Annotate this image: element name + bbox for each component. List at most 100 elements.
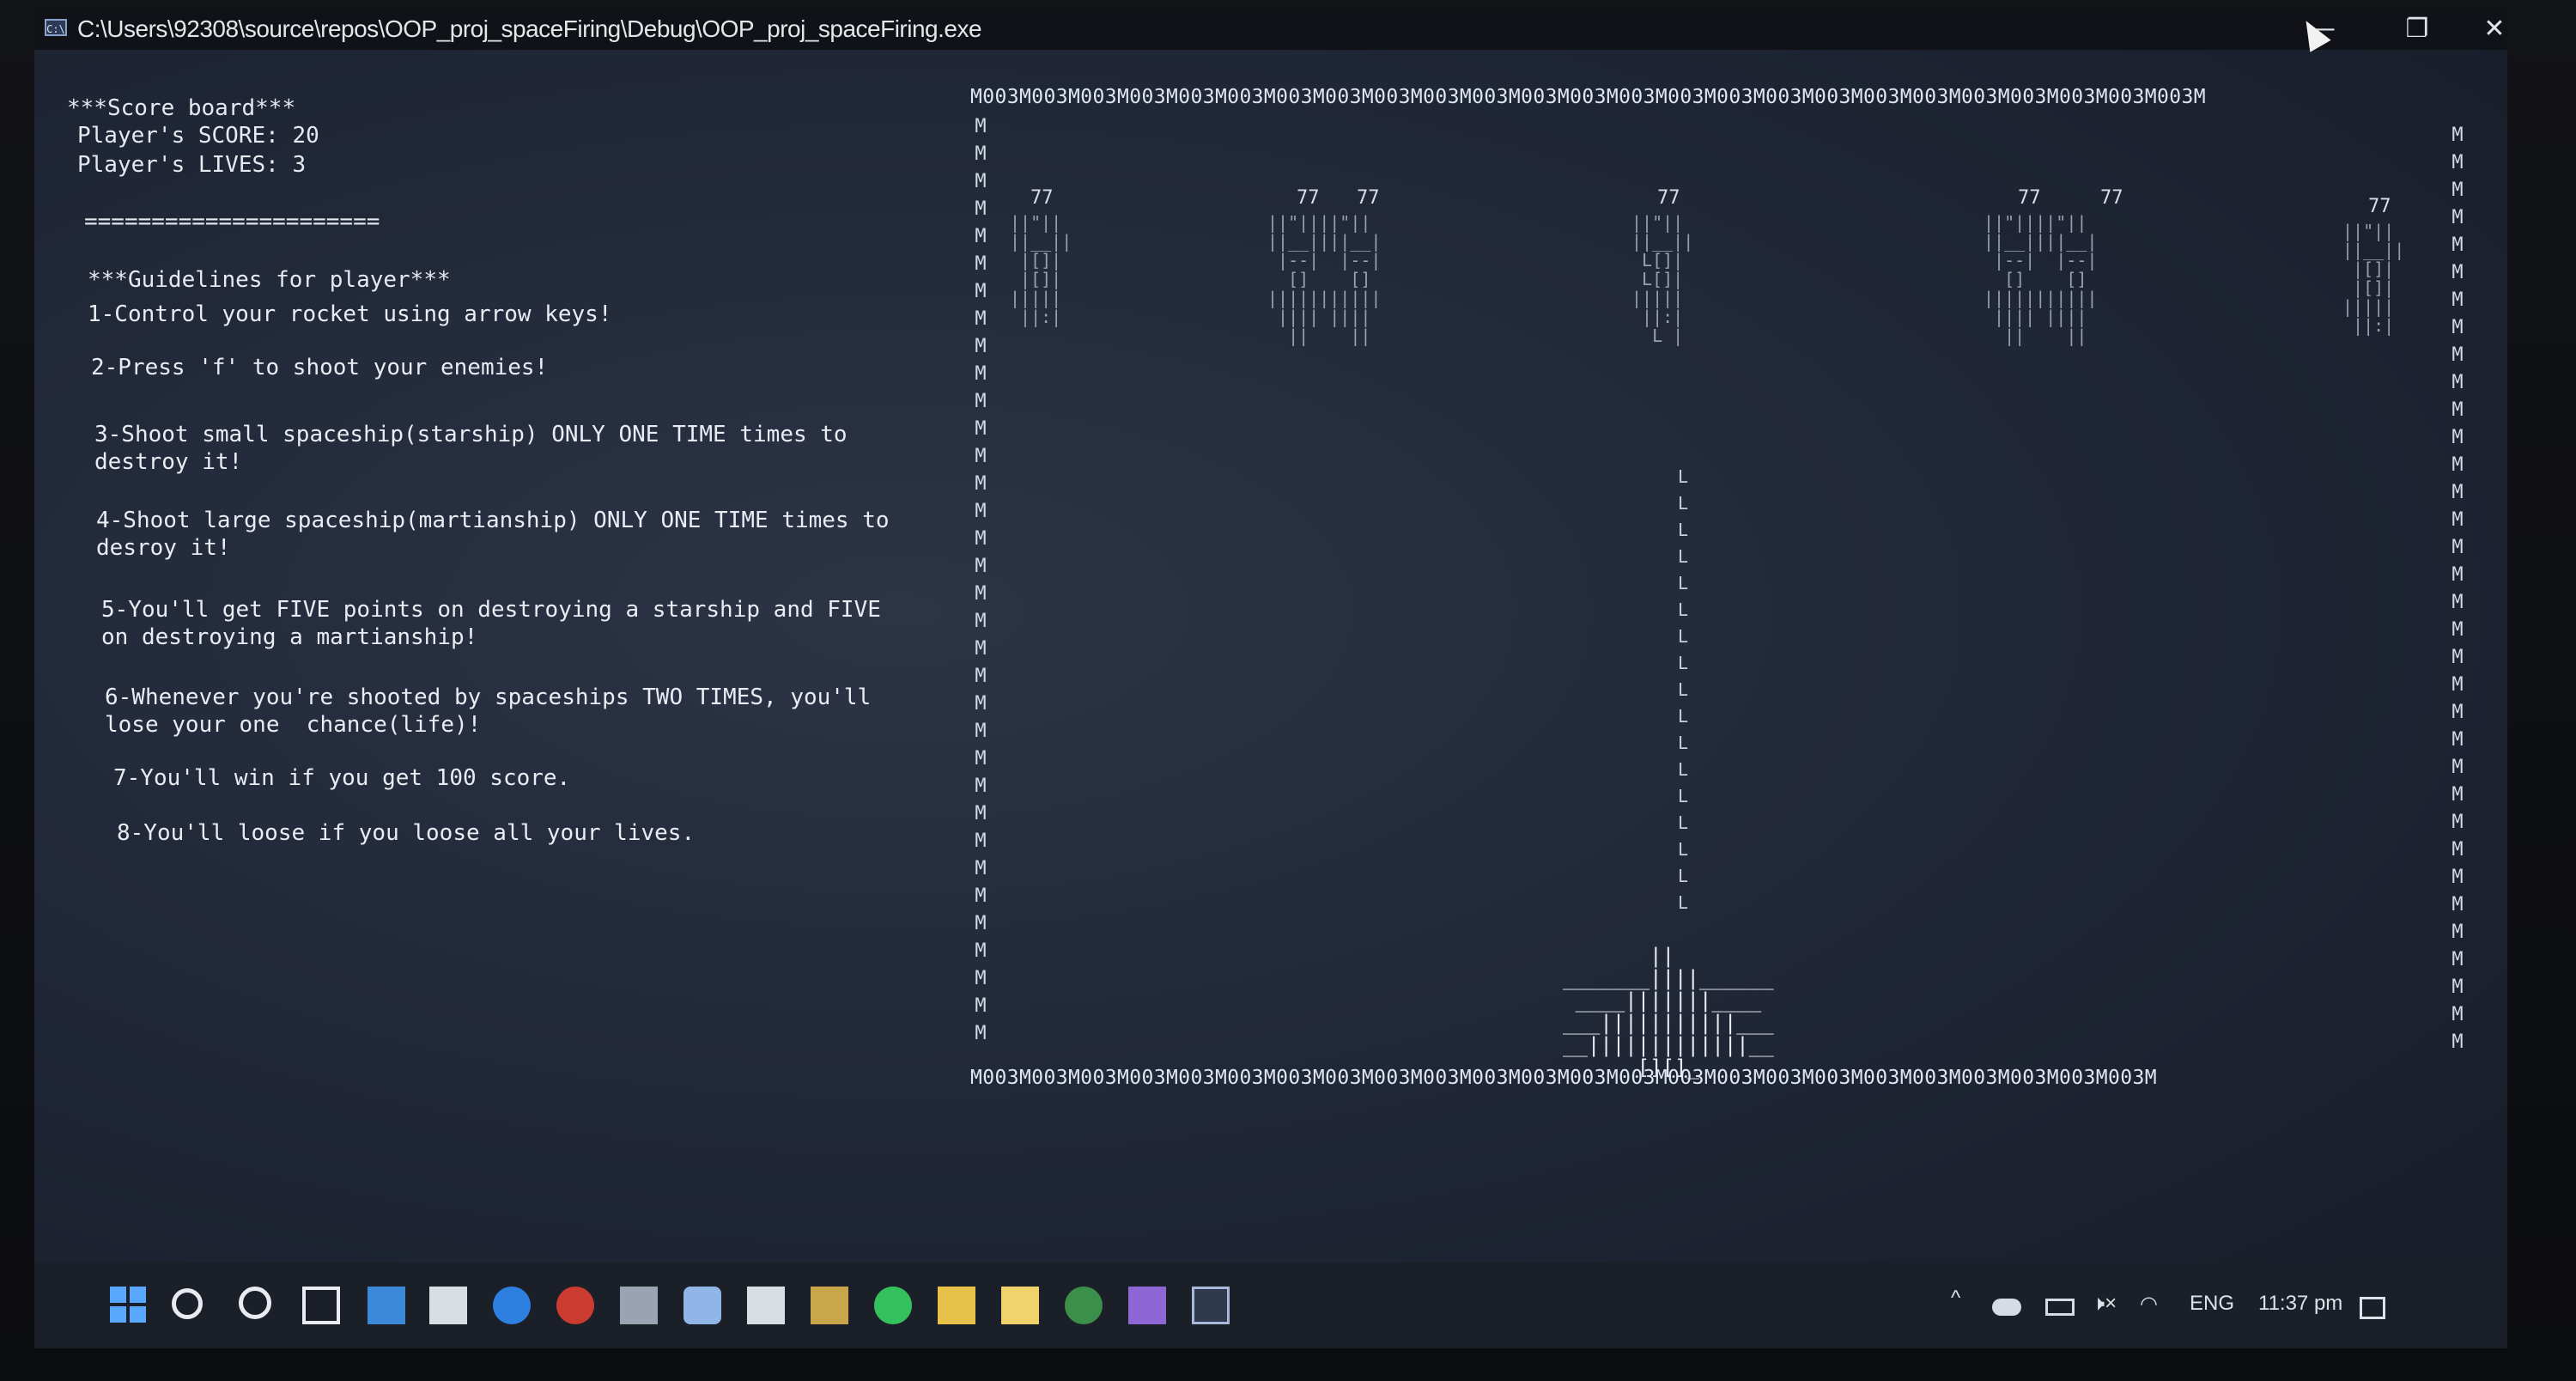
starship: ||"|| ||__|| |[]| |[]| ||||| ||:| bbox=[1010, 212, 1072, 327]
wall-char: M bbox=[2451, 757, 2464, 778]
taskbar-app-icon[interactable] bbox=[747, 1287, 785, 1324]
scoreboard-heading: ***Score board*** bbox=[67, 95, 296, 121]
wall-char: M bbox=[975, 528, 987, 550]
wall-char: M bbox=[975, 858, 987, 879]
close-button[interactable]: ✕ bbox=[2456, 9, 2507, 50]
ship-label: 77 bbox=[1657, 187, 1680, 209]
wall-char: M bbox=[975, 913, 987, 934]
console-app-icon: C:\ bbox=[45, 19, 67, 36]
rocket-cockpit: [][] bbox=[1637, 1056, 1687, 1080]
ship-label: 77 bbox=[1357, 187, 1380, 209]
wall-char: M bbox=[2451, 674, 2464, 696]
wall-char: M bbox=[2451, 839, 2464, 861]
wall-char: M bbox=[975, 1023, 987, 1044]
starship: ||"|| ||__|| L[]| L[]| ||||| ||:| L | bbox=[1631, 212, 1694, 346]
task-view-icon[interactable] bbox=[302, 1287, 340, 1324]
taskbar: ^ 🕨× ◠ ENG 11:37 pm bbox=[34, 1262, 2507, 1348]
language-indicator[interactable]: ENG bbox=[2190, 1292, 2234, 1316]
battery-icon[interactable] bbox=[2045, 1299, 2075, 1316]
guideline-7: 7-You'll win if you get 100 score. bbox=[113, 765, 571, 791]
wall-char: M bbox=[975, 693, 987, 715]
visual-studio-icon[interactable] bbox=[1128, 1287, 1166, 1324]
laser-beam: L L L L L L L L L L L L L L L L L bbox=[1678, 466, 1689, 913]
wall-char: M bbox=[2451, 207, 2464, 228]
wall-char: M bbox=[975, 885, 987, 907]
starship: ||"|| ||__|| |[]| |[]| ||||| ||:| bbox=[2342, 221, 2405, 336]
wall-char: M bbox=[2451, 784, 2464, 806]
wall-char: M bbox=[975, 830, 987, 852]
window-title: C:\Users\92308\source\repos\OOP_proj_spa… bbox=[77, 15, 982, 42]
taskbar-app-icon[interactable] bbox=[683, 1287, 721, 1324]
wall-char: M bbox=[2451, 894, 2464, 916]
wall-char: M bbox=[2451, 592, 2464, 613]
wall-char: M bbox=[975, 363, 987, 385]
player-rocket: || _______||||______ ____|||||||____ ___||… bbox=[1563, 944, 1774, 1080]
whatsapp-icon[interactable] bbox=[874, 1287, 912, 1324]
windows-start-icon[interactable] bbox=[110, 1287, 148, 1324]
chrome-icon[interactable] bbox=[1065, 1287, 1103, 1324]
console-taskbar-icon[interactable] bbox=[1192, 1287, 1230, 1324]
maximize-button[interactable]: ❐ bbox=[2379, 9, 2456, 50]
wall-char: M bbox=[975, 803, 987, 824]
guideline-2: 2-Press 'f' to shoot your enemies! bbox=[91, 355, 549, 380]
notes-icon[interactable] bbox=[1001, 1287, 1039, 1324]
volume-muted-icon[interactable]: 🕨× bbox=[2092, 1292, 2117, 1316]
edge-icon[interactable] bbox=[493, 1287, 531, 1324]
wifi-icon[interactable]: ◠ bbox=[2140, 1292, 2158, 1317]
wall-char: M bbox=[2451, 234, 2464, 256]
wall-char: M bbox=[2451, 564, 2464, 586]
wall-char: M bbox=[2451, 262, 2464, 283]
guideline-8: 8-You'll loose if you loose all your liv… bbox=[117, 820, 696, 846]
wall-char: M bbox=[2451, 949, 2464, 970]
wall-char: M bbox=[2451, 647, 2464, 668]
wall-char: M bbox=[2451, 482, 2464, 503]
guideline-5-cont: on destroying a martianship! bbox=[101, 624, 478, 650]
wall-char: M bbox=[975, 143, 987, 165]
guidelines-heading: ***Guidelines for player*** bbox=[88, 267, 451, 293]
wall-char: M bbox=[2451, 152, 2464, 173]
player-score: Player's SCORE: 20 bbox=[77, 123, 319, 149]
wall-char: M bbox=[975, 281, 987, 302]
wall-char: M bbox=[2451, 125, 2464, 146]
wall-char: M bbox=[975, 776, 987, 797]
wall-char: M bbox=[2451, 1031, 2464, 1053]
wall-char: M bbox=[975, 501, 987, 522]
chevron-up-icon[interactable]: ^ bbox=[1951, 1287, 1960, 1311]
wall-char: M bbox=[975, 391, 987, 412]
martianship: ||"||||"|| ||__||||__| |--| |--| [] [] |||… bbox=[1984, 212, 2098, 346]
guideline-3: 3-Shoot small spaceship(starship) ONLY O… bbox=[94, 422, 848, 447]
wall-char: M bbox=[975, 116, 987, 137]
wall-char: M bbox=[2451, 867, 2464, 888]
cortana-icon[interactable] bbox=[239, 1287, 271, 1319]
wall-char: M bbox=[975, 611, 987, 632]
guideline-1: 1-Control your rocket using arrow keys! bbox=[88, 301, 612, 327]
wall-char: M bbox=[2451, 509, 2464, 531]
wall-char: M bbox=[975, 336, 987, 357]
wall-char: M bbox=[975, 556, 987, 577]
guideline-3-cont: destroy it! bbox=[94, 449, 243, 475]
clock[interactable]: 11:37 pm bbox=[2258, 1292, 2342, 1316]
taskbar-app-icon[interactable] bbox=[620, 1287, 658, 1324]
wall-char: M bbox=[975, 226, 987, 247]
wall-char: M bbox=[975, 446, 987, 467]
wall-char: M bbox=[2451, 812, 2464, 833]
store-icon[interactable] bbox=[429, 1287, 467, 1324]
onedrive-icon[interactable] bbox=[1992, 1299, 2021, 1316]
file-explorer-icon[interactable] bbox=[938, 1287, 975, 1324]
wall-char: M bbox=[975, 253, 987, 275]
ship-label: 77 bbox=[2100, 187, 2123, 209]
wall-char: M bbox=[975, 473, 987, 495]
separator-line: ====================== bbox=[84, 209, 380, 234]
ship-label: 77 bbox=[2368, 196, 2391, 217]
border-top: M003M003M003M003M003M003M003M003M003M003… bbox=[970, 86, 2206, 108]
taskbar-app-icon[interactable] bbox=[368, 1287, 405, 1324]
title-bar[interactable]: C:\ C:\Users\92308\source\repos\OOP_proj… bbox=[34, 9, 2507, 52]
wall-char: M bbox=[975, 171, 987, 192]
taskbar-app-icon[interactable] bbox=[811, 1287, 848, 1324]
wall-char: M bbox=[975, 308, 987, 330]
wall-char: M bbox=[2451, 317, 2464, 338]
wall-char: M bbox=[975, 198, 987, 220]
notification-icon[interactable] bbox=[2360, 1297, 2385, 1319]
browser-icon[interactable] bbox=[556, 1287, 594, 1324]
search-icon[interactable] bbox=[172, 1288, 203, 1319]
